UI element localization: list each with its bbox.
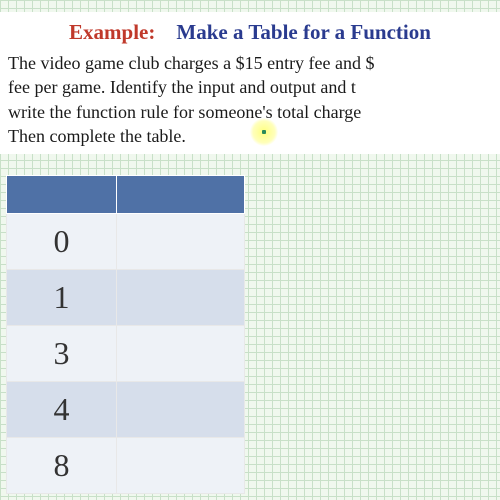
table-cell: 0 — [7, 214, 117, 270]
table-row: 8 — [7, 438, 245, 494]
problem-line: write the function rule for someone's to… — [8, 100, 494, 124]
function-table: 0 1 3 4 8 — [6, 175, 245, 494]
table-cell: 3 — [7, 326, 117, 382]
table-cell: 1 — [7, 270, 117, 326]
table-cell — [117, 214, 245, 270]
table-header-cell — [7, 176, 117, 214]
table-row: 4 — [7, 382, 245, 438]
table-cell: 8 — [7, 438, 117, 494]
problem-line: Then complete the table. — [8, 124, 494, 148]
problem-text: The video game club charges a $15 entry … — [6, 51, 494, 148]
table-cell — [117, 382, 245, 438]
problem-line: fee per game. Identify the input and out… — [8, 75, 494, 99]
table-header-cell — [117, 176, 245, 214]
content-panel: Example: Make a Table for a Function The… — [0, 12, 500, 154]
table-row: 0 — [7, 214, 245, 270]
table-cell — [117, 326, 245, 382]
table-cell — [117, 270, 245, 326]
table-cell: 4 — [7, 382, 117, 438]
table-cell — [117, 438, 245, 494]
data-table-container: 0 1 3 4 8 — [6, 175, 245, 494]
problem-line: The video game club charges a $15 entry … — [8, 51, 494, 75]
table-header-row — [7, 176, 245, 214]
table-row: 1 — [7, 270, 245, 326]
slide-title: Make a Table for a Function — [176, 20, 431, 44]
table-row: 3 — [7, 326, 245, 382]
example-label: Example: — [69, 20, 155, 44]
slide-heading: Example: Make a Table for a Function — [6, 20, 494, 45]
